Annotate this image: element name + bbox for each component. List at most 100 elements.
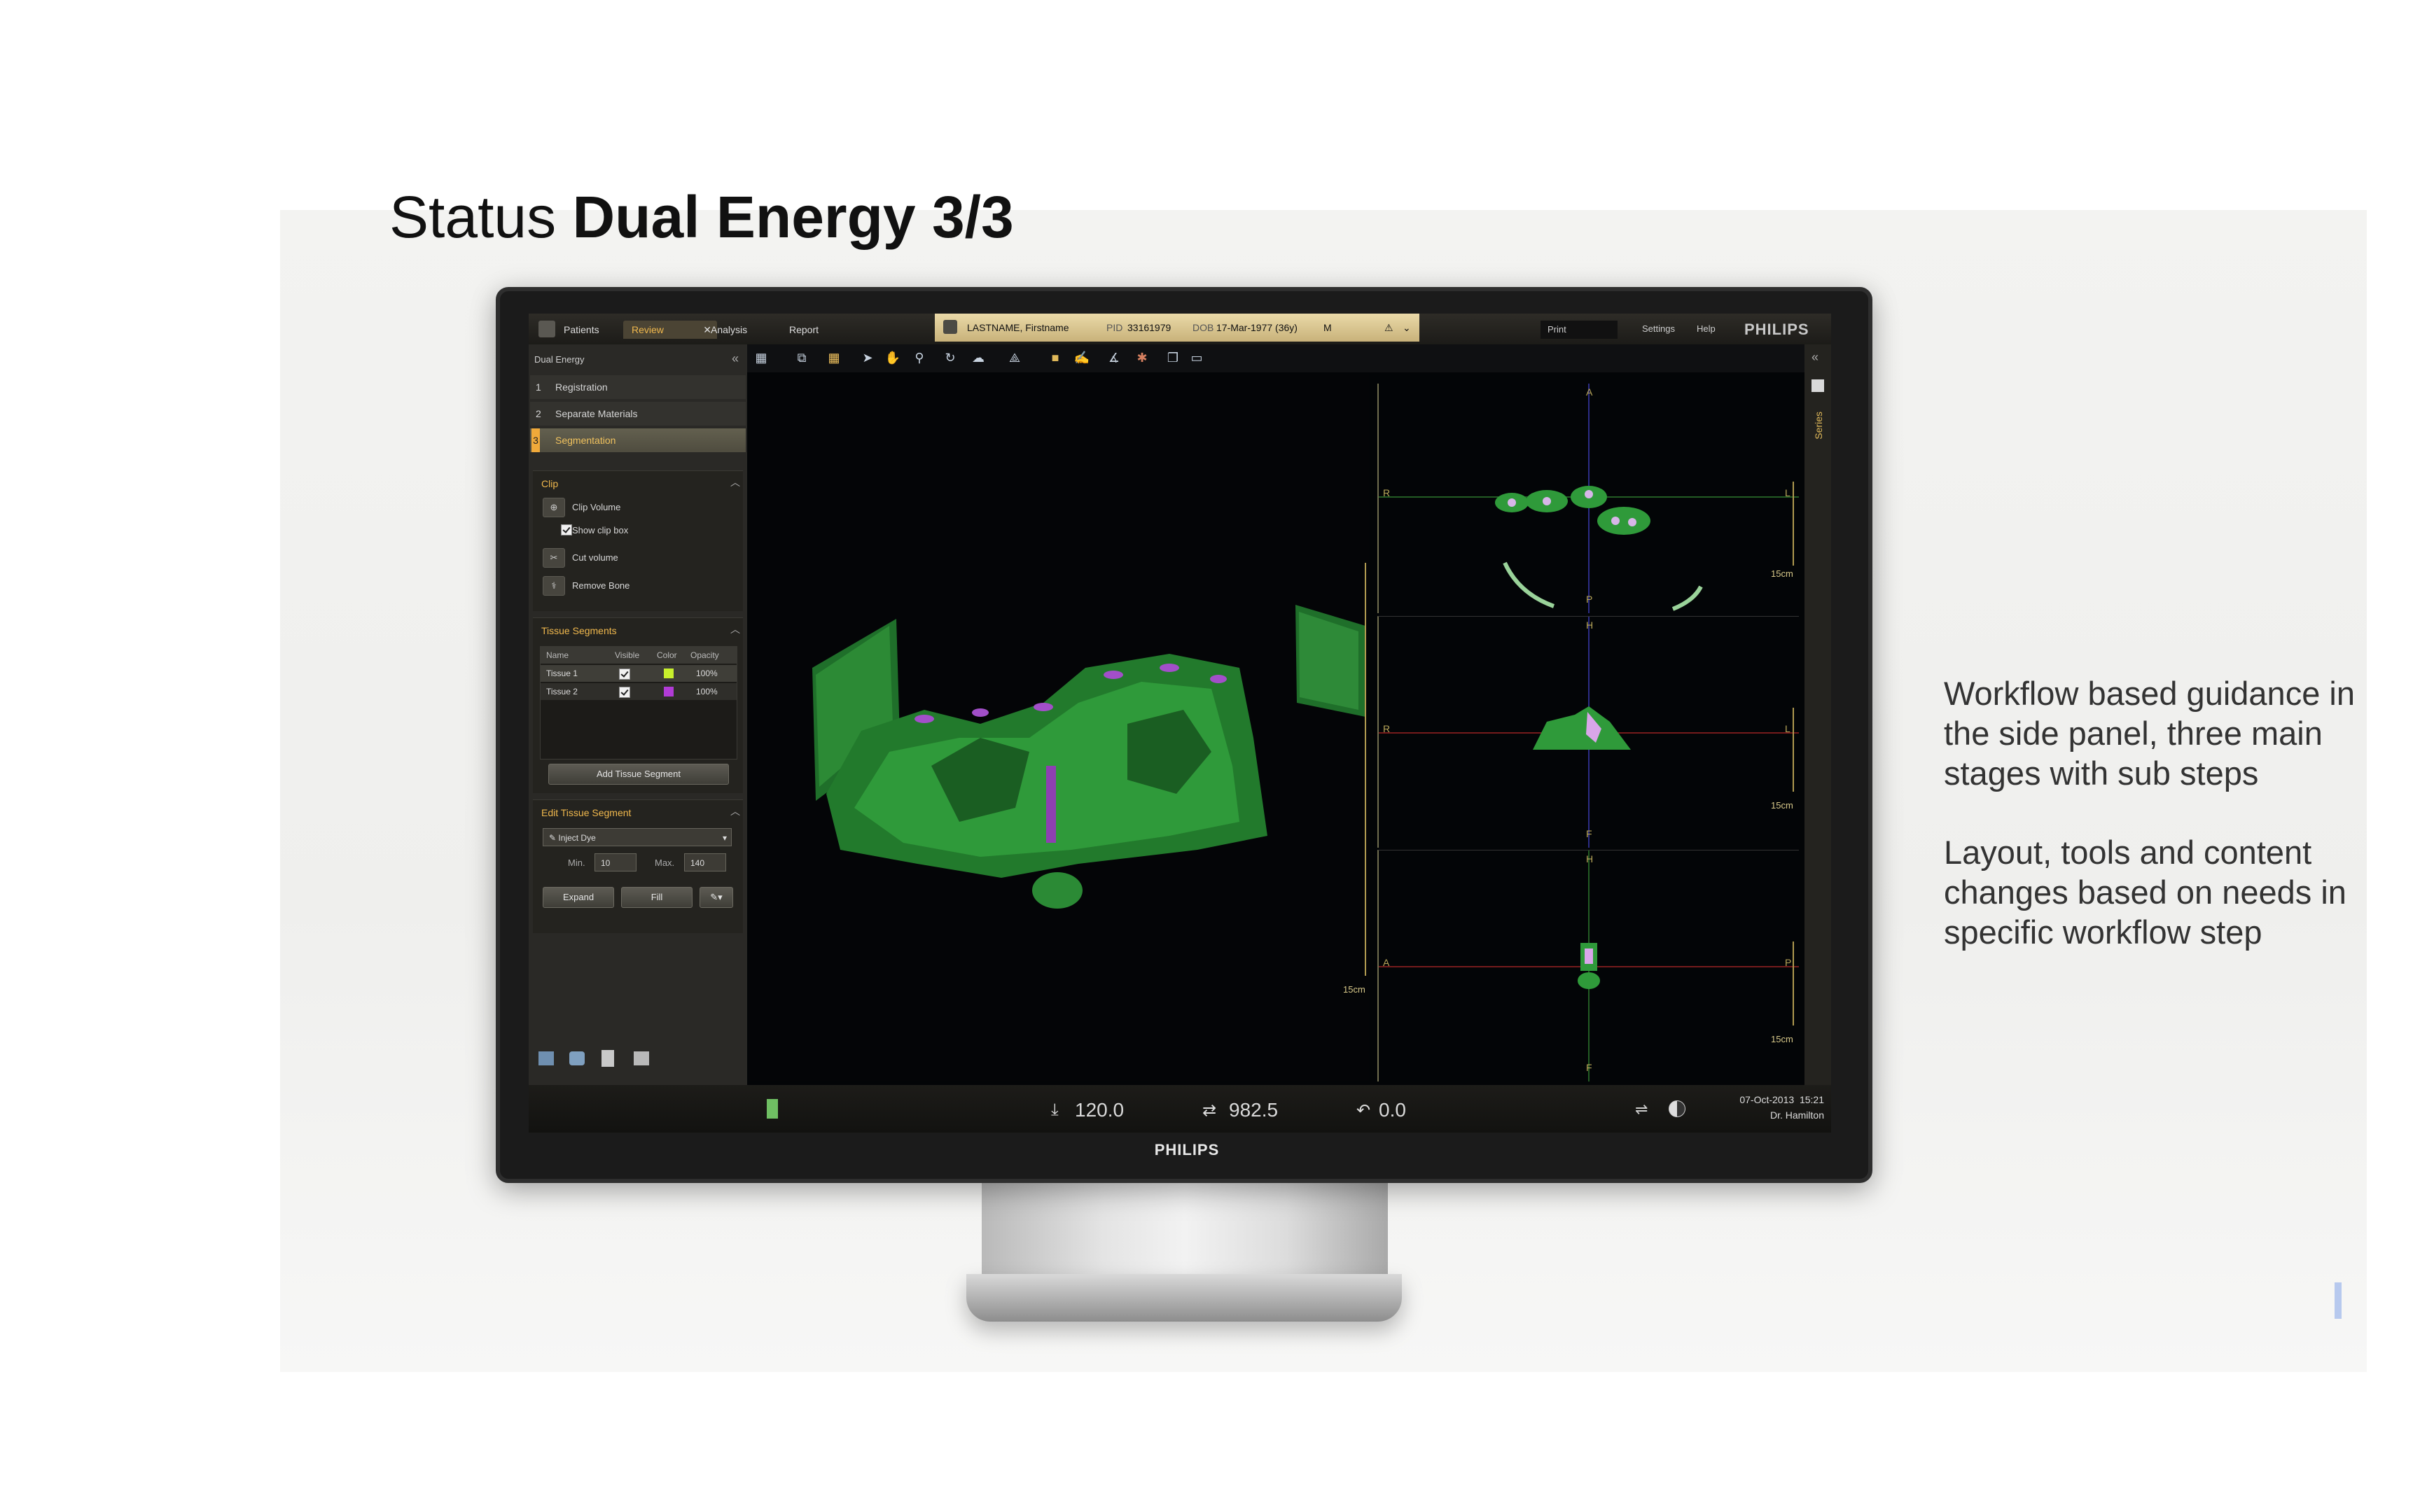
- table-row[interactable]: Tissue 2 100%: [541, 683, 737, 700]
- tab-analysis[interactable]: Analysis: [711, 321, 747, 339]
- coronal-view[interactable]: H R L F 15cm: [1377, 616, 1799, 848]
- scale-label: 15cm: [1343, 984, 1365, 995]
- brush-tool-button[interactable]: ✎▾: [700, 887, 733, 908]
- show-clip-box-label: Show clip box: [572, 525, 629, 536]
- datetime-user: 07-Oct-2013 15:21 Dr. Hamilton: [1726, 1092, 1824, 1123]
- dob-label: DOB: [1192, 322, 1214, 333]
- min-value: 10: [601, 858, 611, 868]
- contour-icon[interactable]: ☁: [970, 350, 987, 365]
- axial-view[interactable]: A R L P 15cm: [1377, 384, 1799, 613]
- clip-volume-label: Clip Volume: [572, 502, 621, 512]
- tissue-color-swatch[interactable]: [664, 668, 674, 678]
- step-label: Segmentation: [555, 435, 616, 446]
- table-row[interactable]: Tissue 1 100%: [541, 665, 737, 682]
- min-stepper[interactable]: 10: [594, 853, 637, 872]
- step-separate-materials[interactable]: 2 Separate Materials: [530, 402, 746, 426]
- scale-label: 15cm: [1771, 568, 1793, 579]
- print-button[interactable]: Print: [1541, 321, 1618, 339]
- help-button[interactable]: Help: [1697, 323, 1716, 334]
- print-label: Print: [1548, 324, 1566, 335]
- save-icon[interactable]: [538, 1051, 554, 1065]
- edit-tissue-panel: Edit Tissue Segment ︿ ✎ Inject Dye ▾ Min…: [533, 799, 743, 933]
- volume-icon[interactable]: ⧉: [793, 350, 810, 365]
- collapse-rail-icon[interactable]: «: [1811, 350, 1819, 365]
- collapse-panel-icon[interactable]: «: [732, 351, 739, 366]
- patients-icon[interactable]: [538, 321, 555, 337]
- document-icon[interactable]: [601, 1050, 614, 1067]
- pan-icon[interactable]: ✋: [884, 350, 901, 365]
- layout-icon[interactable]: ▦: [753, 350, 770, 365]
- grid-icon[interactable]: ▦: [826, 350, 842, 365]
- copy-icon[interactable]: ❐: [1164, 350, 1181, 365]
- expand-button[interactable]: Expand: [543, 887, 614, 908]
- step-number: 1: [536, 382, 541, 393]
- visible-checkbox[interactable]: [619, 668, 630, 680]
- step-registration[interactable]: 1 Registration: [530, 375, 746, 399]
- date-value: 07-Oct-2013: [1739, 1094, 1795, 1105]
- clip-volume-button[interactable]: ⊕: [543, 498, 565, 517]
- film-icon[interactable]: ▭: [1188, 350, 1205, 365]
- warning-icon[interactable]: ⚠: [1384, 314, 1393, 342]
- print-icon[interactable]: [634, 1051, 649, 1065]
- chevron-down-icon[interactable]: ⌄: [1403, 314, 1411, 342]
- rotate-icon[interactable]: ↻: [942, 350, 959, 365]
- contrast-icon[interactable]: [1669, 1100, 1685, 1117]
- annotation-icon[interactable]: ✍: [1073, 350, 1090, 365]
- settings-button[interactable]: Settings: [1642, 323, 1675, 334]
- slide-marker: [2335, 1282, 2342, 1319]
- patient-icon: [943, 320, 957, 334]
- window-level-icon[interactable]: ■: [1047, 350, 1064, 365]
- tool-select[interactable]: ✎ Inject Dye ▾: [543, 828, 732, 846]
- monitor-base: [966, 1274, 1402, 1322]
- collapse-up-icon[interactable]: ︿: [730, 622, 740, 636]
- show-clip-box-checkbox[interactable]: [561, 524, 572, 536]
- sagittal-view[interactable]: H A P F 15cm: [1377, 850, 1799, 1082]
- visible-checkbox[interactable]: [619, 687, 630, 698]
- measure-icon[interactable]: ∡: [1106, 350, 1122, 365]
- series-tab[interactable]: Series: [1813, 412, 1827, 440]
- series-grid-icon[interactable]: [1811, 379, 1824, 392]
- collapse-up-icon[interactable]: ︿: [730, 804, 740, 818]
- volume-3d-viewport[interactable]: 15cm: [749, 374, 1369, 1081]
- pointer-icon[interactable]: ➤: [859, 350, 876, 365]
- slide-notes: Workflow based guidance in the side pane…: [1944, 673, 2392, 991]
- column-visible: Visible: [615, 650, 640, 660]
- clip-panel: Clip ︿ ⊕ Clip Volume Show clip box ✂ Cut…: [533, 470, 743, 611]
- status-bar: ⤓ 120.0 ⇄ 982.5 ↶ 0.0 ⇌ 07-Oct-2013 15:2…: [529, 1085, 1831, 1133]
- segment-icon[interactable]: ✱: [1134, 350, 1150, 365]
- orientation-right: L: [1785, 487, 1790, 498]
- chevron-down-icon: ▾: [722, 833, 727, 843]
- tissue-color-swatch[interactable]: [664, 687, 674, 696]
- inject-dye-icon: ✎: [549, 833, 557, 843]
- column-color: Color: [657, 650, 677, 660]
- fill-button[interactable]: Fill: [621, 887, 693, 908]
- series-rail: «: [1804, 344, 1831, 1085]
- tab-report[interactable]: Report: [789, 321, 819, 339]
- user-value: Dr. Hamilton: [1769, 1110, 1824, 1121]
- tab-review[interactable]: Review ✕: [623, 321, 717, 339]
- orientation-bottom: F: [1586, 1062, 1592, 1073]
- tissue-opacity: 100%: [696, 668, 718, 678]
- orientation-top: H: [1586, 620, 1594, 631]
- flip-icon[interactable]: ⟁: [1006, 350, 1023, 365]
- step-segmentation[interactable]: 3 Segmentation: [530, 428, 746, 452]
- monitor-brand-logo: PHILIPS: [1154, 1141, 1220, 1158]
- orientation-left: A: [1383, 957, 1390, 968]
- tab-patients[interactable]: Patients: [564, 321, 599, 339]
- add-tissue-segment-button[interactable]: Add Tissue Segment: [548, 764, 729, 785]
- link-icon[interactable]: ⇌: [1635, 1100, 1648, 1119]
- remove-bone-button[interactable]: ⚕: [543, 576, 565, 596]
- min-label: Min.: [568, 858, 585, 868]
- dose-icon[interactable]: [767, 1099, 778, 1119]
- fill-label: Fill: [651, 892, 663, 902]
- patient-banner: LASTNAME, Firstname PID 33161979 DOB 17-…: [935, 314, 1419, 342]
- patient-name: LASTNAME, Firstname: [967, 322, 1069, 333]
- orientation-top: H: [1586, 853, 1594, 864]
- zoom-icon[interactable]: ⚲: [911, 350, 928, 365]
- collapse-up-icon[interactable]: ︿: [730, 475, 740, 489]
- camera-icon[interactable]: [569, 1051, 585, 1065]
- workflow-title: Dual Energy: [534, 354, 585, 365]
- max-stepper[interactable]: 140: [684, 853, 726, 872]
- cut-volume-button[interactable]: ✂: [543, 548, 565, 568]
- app-screen: Patients Review ✕ Analysis Report LASTNA…: [529, 314, 1831, 1133]
